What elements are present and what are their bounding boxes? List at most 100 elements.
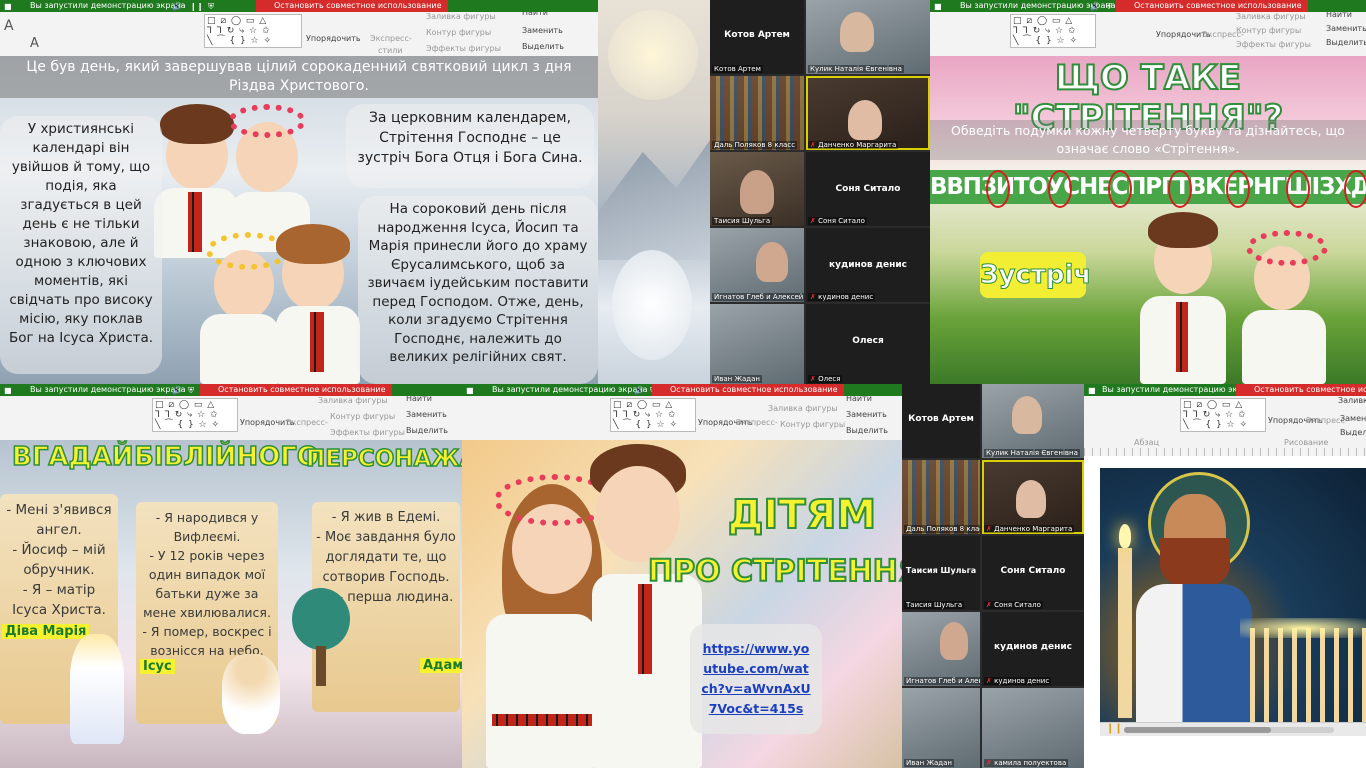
express-styles-button[interactable]: Экспресс-	[736, 418, 778, 427]
security-icon[interactable]: ⛨	[188, 385, 194, 396]
shapes-row-1[interactable]: □ ⧄ ◯ ▭ △	[613, 400, 693, 410]
letter-circle	[1344, 170, 1366, 208]
participant-video-tile[interactable]: Даль Поляков 8 класс	[710, 76, 804, 150]
participant-video-tile-active[interactable]: ✗ Данченко Маргарита	[982, 460, 1084, 534]
letter-circle	[1048, 170, 1072, 208]
participant-video-tile[interactable]: Игнатов Глеб и Алексей	[902, 612, 980, 686]
participant-face	[940, 622, 968, 660]
participant-tile[interactable]: Олеся ✗ Олеся	[806, 304, 930, 384]
shapes-row-1[interactable]: □ ⧄ ◯ ▭ △	[207, 16, 299, 26]
shapes-row-2[interactable]: ⅂ ⅂ ↻ ⤷ ☆ ✩	[207, 26, 299, 36]
font-size-icon[interactable]: A	[4, 18, 14, 34]
participant-video-tile[interactable]: Иван Жадан	[710, 304, 804, 384]
participant-video-tile-active[interactable]: ✗ Данченко Маргарита	[806, 76, 930, 150]
participant-video-tile[interactable]: Иван Жадан	[902, 688, 980, 768]
replace-button[interactable]: Заменить	[1326, 24, 1366, 33]
participant-video-tile[interactable]: Кулик Наталія Євгенівна	[806, 0, 930, 74]
select-button[interactable]: Выделить	[1340, 428, 1366, 437]
shape-outline-button[interactable]: Контур фигуры	[780, 420, 845, 429]
shirt-embroidery-2	[310, 312, 324, 372]
select-button[interactable]: Выделить	[522, 42, 564, 51]
participant-tile[interactable]: Таисия Шульга Таисия Шульга	[902, 536, 980, 610]
shapes-row-1[interactable]: □ ⧄ ◯ ▭ △	[1013, 16, 1093, 26]
participant-name: Котов Артем	[908, 414, 974, 424]
participant-face	[1012, 396, 1042, 434]
replace-button[interactable]: Заменить	[406, 410, 447, 419]
participant-video-tile[interactable]: Игнатов Глеб и Алексей	[710, 228, 804, 302]
shapes-gallery[interactable]: □ ⧄ ◯ ▭ △ ⅂ ⅂ ↻ ⤷ ☆ ✩ ╲ ⁀ { } ☆ ✧	[152, 398, 238, 432]
shape-outline-button[interactable]: Контур фигуры	[1236, 26, 1301, 35]
stop-share-button[interactable]: Остановить совместное использование	[652, 384, 844, 396]
font-color-icon[interactable]: A	[30, 36, 39, 51]
shapes-row-2[interactable]: ⅂ ⅂ ↻ ⤷ ☆ ✩	[1183, 410, 1263, 420]
stop-share-button[interactable]: Остановить совместное использование	[200, 384, 392, 396]
shapes-gallery[interactable]: □ ⧄ ◯ ▭ △ ⅂ ⅂ ↻ ⤷ ☆ ✩ ╲ ⁀ { } ☆ ✧	[610, 398, 696, 432]
participant-tile[interactable]: Соня Ситало ✗ Соня Ситало	[806, 152, 930, 226]
participant-label-text: камила полуектова	[994, 759, 1067, 767]
select-button[interactable]: Выделить	[1326, 38, 1366, 47]
participant-tile[interactable]: Котов Артем Котов Артем	[710, 0, 804, 74]
shapes-row-3[interactable]: ╲ ⁀ { } ☆ ✧	[207, 36, 299, 46]
stop-share-button[interactable]: Остановить совместное использование	[1236, 384, 1366, 396]
participant-label-text: кудинов денис	[994, 677, 1050, 685]
express-styles-button[interactable]: Экспресс-	[370, 34, 412, 43]
shapes-gallery[interactable]: □ ⧄ ◯ ▭ △ ⅂ ⅂ ↻ ⤷ ☆ ✩ ╲ ⁀ { } ☆ ✧	[204, 14, 302, 48]
participant-tile[interactable]: Котов Артем	[902, 384, 980, 458]
shapes-row-2[interactable]: ⅂ ⅂ ↻ ⤷ ☆ ✩	[1013, 26, 1093, 36]
stop-share-button[interactable]: Остановить совместное использование	[1116, 0, 1308, 12]
sound-icon[interactable]: 🔊	[634, 385, 644, 396]
shapes-row-2[interactable]: ⅂ ⅂ ↻ ⤷ ☆ ✩	[155, 410, 235, 420]
pause-icon[interactable]: ❙❙	[190, 1, 203, 12]
participant-video-tile[interactable]: Таисия Шульга	[710, 152, 804, 226]
arrange-button[interactable]: Упорядочить	[306, 34, 361, 43]
shape-fill-button[interactable]: Заливка фигу	[1338, 396, 1366, 405]
participant-tile[interactable]: Соня Ситало ✗ Соня Ситало	[982, 536, 1084, 610]
shape-outline-button[interactable]: Контур фигуры	[426, 28, 491, 37]
shape-fill-button[interactable]: Заливка фигуры	[1236, 12, 1306, 21]
participant-name: кудинов денис	[828, 260, 907, 270]
shapes-gallery[interactable]: □ ⧄ ◯ ▭ △ ⅂ ⅂ ↻ ⤷ ☆ ✩ ╲ ⁀ { } ☆ ✧	[1180, 398, 1266, 432]
select-button[interactable]: Выделить	[406, 426, 448, 435]
stop-share-button[interactable]: Остановить совместное использование	[256, 0, 448, 12]
participant-video-tile[interactable]: ✗ камила полуектова	[982, 688, 1084, 768]
shapes-row-3[interactable]: ╲ ⁀ { } ☆ ✧	[155, 420, 235, 430]
shapes-gallery[interactable]: □ ⧄ ◯ ▭ △ ⅂ ⅂ ↻ ⤷ ☆ ✩ ╲ ⁀ { } ☆ ✧	[1010, 14, 1096, 48]
shape-outline-button[interactable]: Контур фигуры	[330, 412, 395, 421]
replace-button[interactable]: Заменить	[1340, 414, 1366, 423]
shape-fill-button[interactable]: Заливка фигуры	[426, 12, 496, 21]
participant-label-text: Данченко Маргарита	[818, 141, 897, 149]
sound-icon[interactable]: 🔊	[1090, 1, 1100, 12]
shapes-row-3[interactable]: ╲ ⁀ { } ☆ ✧	[613, 420, 693, 430]
shapes-row-1[interactable]: □ ⧄ ◯ ▭ △	[1183, 400, 1263, 410]
express-styles-button[interactable]: Экспресс-	[286, 418, 328, 427]
candle-flame	[1119, 524, 1131, 548]
shape-effects-button[interactable]: Эффекты фигуры	[1236, 40, 1311, 49]
replace-button[interactable]: Заменить	[522, 26, 563, 35]
participant-video-tile[interactable]: Кулик Наталія Євгенівна	[982, 384, 1084, 458]
shapes-row-2[interactable]: ⅂ ⅂ ↻ ⤷ ☆ ✩	[613, 410, 693, 420]
select-button[interactable]: Выделить	[846, 426, 888, 435]
seek-bar[interactable]	[1124, 727, 1334, 733]
title-word-3: ПЕРСОНАЖА	[305, 445, 462, 473]
paragraph-group-label: Абзац	[1134, 438, 1160, 447]
bookshelf-background	[710, 76, 804, 150]
participant-tile[interactable]: кудинов денис ✗ кудинов денис	[806, 228, 930, 302]
sound-icon[interactable]: 🔊	[172, 385, 182, 396]
sound-icon[interactable]: 🔊	[172, 1, 182, 12]
participant-tile[interactable]: кудинов денис ✗ кудинов денис	[982, 612, 1084, 686]
replace-button[interactable]: Заменить	[846, 410, 887, 419]
title-word-1: ВГАДАЙ	[11, 441, 134, 473]
shapes-row-1[interactable]: □ ⧄ ◯ ▭ △	[155, 400, 235, 410]
shapes-row-3[interactable]: ╲ ⁀ { } ☆ ✧	[1183, 420, 1263, 430]
shape-effects-button[interactable]: Эффекты фигуры	[330, 428, 405, 437]
shape-fill-button[interactable]: Заливка фигуры	[318, 396, 388, 405]
participant-video-tile[interactable]: Даль Поляков 8 класс	[902, 460, 980, 534]
shapes-row-3[interactable]: ╲ ⁀ { } ☆ ✧	[1013, 36, 1093, 46]
video-link[interactable]: https://www.youtube.com/watch?v=aWvnAxU7…	[701, 641, 810, 716]
shape-effects-button[interactable]: Эффекты фигуры	[426, 44, 501, 53]
pause-icon[interactable]: ❙❙	[1106, 723, 1123, 734]
shape-fill-button[interactable]: Заливка фигуры	[768, 404, 838, 413]
security-icon[interactable]: ⛨	[1106, 1, 1112, 12]
security-icon[interactable]: ⛨	[208, 1, 214, 12]
mic-muted-icon: ✗	[986, 601, 992, 609]
